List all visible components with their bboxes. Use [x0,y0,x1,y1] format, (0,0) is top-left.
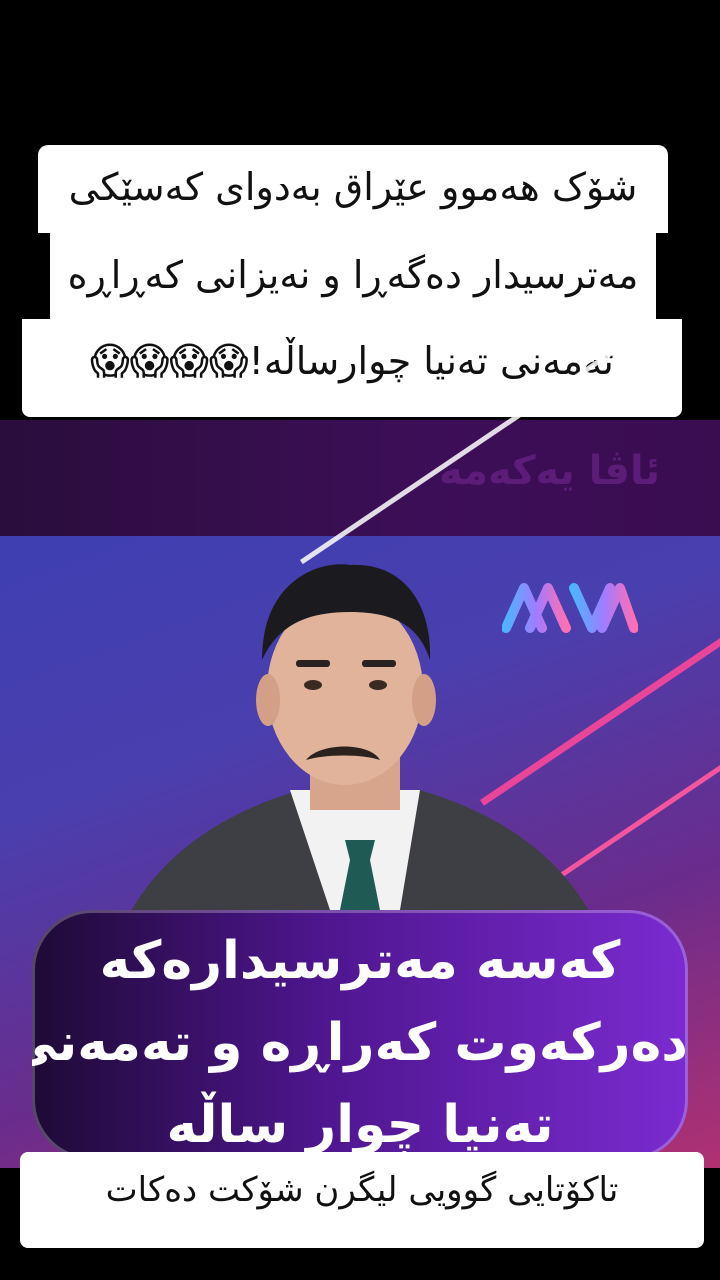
top-caption: شۆک هەموو عێراق بەدوای کەسێکی مەترسیدار … [22,145,682,417]
lower-third-banner: کەسە مەترسیدارەکە دەرکەوت کەراڕە و تەمەن… [32,910,688,1160]
caption-line-2: مەترسیدار دەگەڕا و نەیزانی کەڕاڕە [50,233,656,319]
lower-third-line-1: کەسە مەترسیدارەکە [99,931,621,991]
lower-third-line-3: تەنیا چوار ساڵە [166,1095,554,1155]
lower-third-line-2: دەرکەوت کەراڕە و تەمەنی [32,1013,688,1073]
caption-line-1: شۆک هەموو عێراق بەدوای کەسێکی [38,145,668,233]
video-top-title: ئاڤا یەکەمە [439,448,660,494]
bottom-caption: تاکۆتایی گوویی لیگرن شۆکت دەکات [20,1152,704,1248]
ava-logo-icon [502,583,638,633]
